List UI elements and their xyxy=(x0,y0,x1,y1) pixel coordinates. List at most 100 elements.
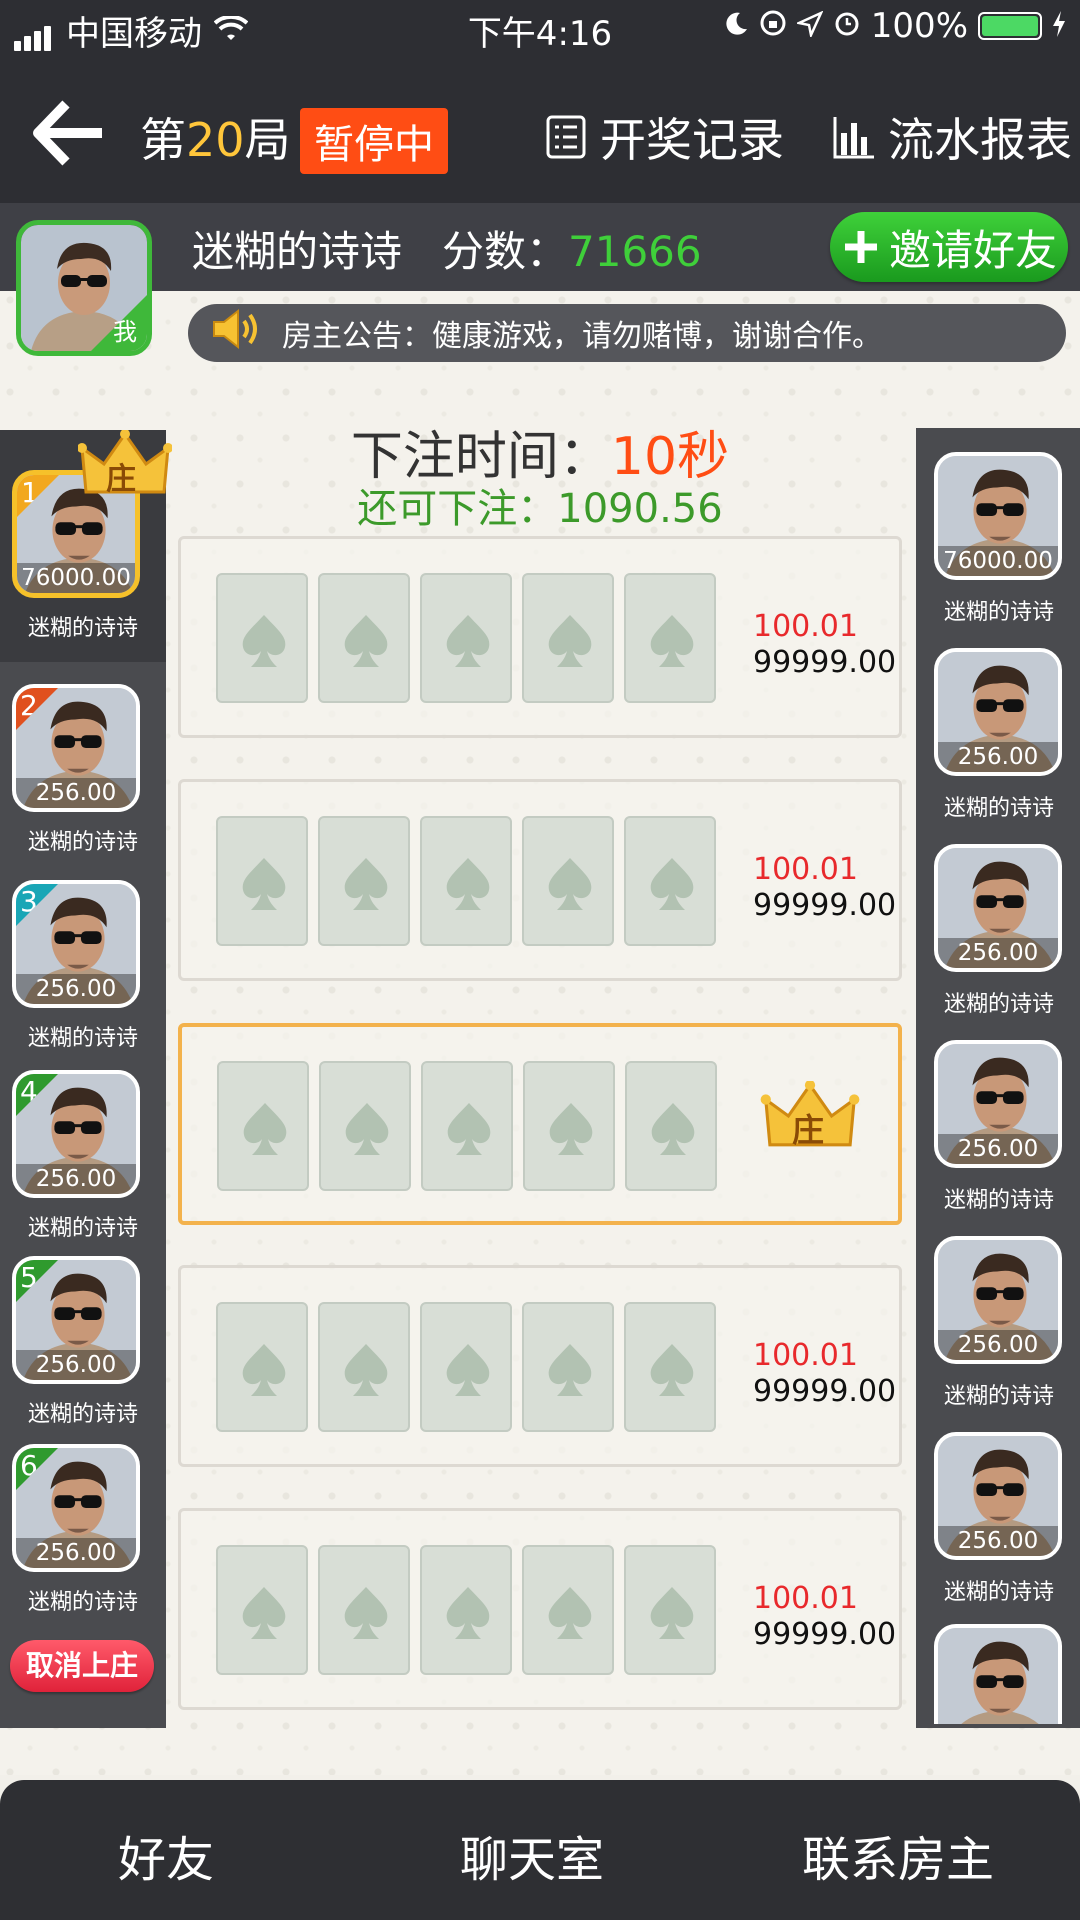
bet-row[interactable]: 100.01 99999.00 xyxy=(178,779,902,981)
odds-value: 100.01 xyxy=(753,1338,858,1373)
player-name: 迷糊的诗诗 xyxy=(943,1384,1054,1409)
invite-label: 邀请好友 xyxy=(888,225,1057,275)
player-score: 256.00 xyxy=(16,778,136,808)
my-avatar[interactable]: 我 xyxy=(16,220,152,356)
stake-value: 99999.00 xyxy=(753,1617,897,1652)
left-player-avatar[interactable]: 3 256.00 xyxy=(12,880,140,1008)
back-button[interactable] xyxy=(30,98,110,168)
face-down-card xyxy=(522,816,614,946)
right-player-avatar[interactable] xyxy=(934,1624,1062,1724)
face-down-card xyxy=(217,1061,309,1191)
speaker-icon xyxy=(210,307,264,359)
player-name: 迷糊的诗诗 xyxy=(27,616,138,641)
back-arrow-icon xyxy=(33,100,102,166)
rotation-lock-icon xyxy=(759,6,787,46)
spade-icon xyxy=(344,858,388,910)
bet-row[interactable]: 100.01 99999.00 xyxy=(178,1265,902,1467)
nav-contact-host[interactable]: 联系房主 xyxy=(802,1820,994,1890)
stake-value: 99999.00 xyxy=(753,1374,897,1409)
left-player-avatar[interactable]: 6 256.00 xyxy=(12,1444,140,1572)
odds-value: 100.01 xyxy=(753,609,858,644)
location-icon xyxy=(794,6,824,46)
draw-records-button[interactable]: 开奖记录 xyxy=(546,104,784,170)
score-value: 71666 xyxy=(568,227,702,276)
face-down-card xyxy=(216,816,308,946)
spade-icon xyxy=(548,1344,592,1396)
charging-icon xyxy=(1052,6,1066,46)
spade-icon xyxy=(344,615,388,667)
player-score: 256.00 xyxy=(16,1164,136,1194)
player-name: 迷糊的诗诗 xyxy=(943,600,1054,625)
cancel-banker-button[interactable]: 取消上庄 xyxy=(10,1640,154,1692)
crown-label: 庄 xyxy=(106,462,136,497)
face-down-card xyxy=(318,573,410,703)
round-number: 20 xyxy=(186,113,245,167)
stake-value: 99999.00 xyxy=(753,645,897,680)
right-player-avatar[interactable]: 256.00 xyxy=(934,1236,1062,1364)
left-player-avatar[interactable]: 4 256.00 xyxy=(12,1070,140,1198)
nav-chatroom[interactable]: 聊天室 xyxy=(460,1820,604,1890)
round-suffix: 局 xyxy=(244,113,291,167)
spade-icon xyxy=(446,1344,490,1396)
face-down-card xyxy=(420,816,512,946)
avatar-portrait xyxy=(938,1628,1058,1724)
flow-report-label: 流水报表 xyxy=(888,113,1072,167)
score-label: 分数： xyxy=(442,227,569,276)
face-down-card xyxy=(420,1545,512,1675)
banker-crown: 庄 xyxy=(758,1079,862,1157)
face-down-card xyxy=(216,573,308,703)
invite-friends-button[interactable]: 邀请好友 xyxy=(830,212,1068,282)
spade-icon xyxy=(242,615,286,667)
face-down-card xyxy=(318,1545,410,1675)
spade-icon xyxy=(242,858,286,910)
face-down-card xyxy=(625,1061,717,1191)
spade-icon xyxy=(242,1344,286,1396)
spade-icon xyxy=(650,858,694,910)
face-down-card xyxy=(522,1302,614,1432)
spade-icon xyxy=(650,1587,694,1639)
player-name: 迷糊的诗诗 xyxy=(27,1402,138,1427)
banker-crown: 庄 xyxy=(77,429,173,504)
player-score: 256.00 xyxy=(938,1330,1058,1360)
bet-row[interactable]: 100.01 99999.00 xyxy=(178,536,902,738)
player-score: 256.00 xyxy=(938,1134,1058,1164)
right-player-avatar[interactable]: 256.00 xyxy=(934,1432,1062,1560)
spade-icon xyxy=(446,1587,490,1639)
face-down-card xyxy=(624,1302,716,1432)
face-down-card xyxy=(216,1302,308,1432)
face-down-card xyxy=(318,816,410,946)
right-player-avatar[interactable]: 76000.00 xyxy=(934,452,1062,580)
odds-value: 100.01 xyxy=(753,852,858,887)
remaining-bet-label: 还可下注： xyxy=(357,486,558,532)
face-down-card xyxy=(522,573,614,703)
banker-bet-row[interactable]: 庄 xyxy=(178,1023,902,1225)
player-name: 迷糊的诗诗 xyxy=(943,1580,1054,1605)
spade-icon xyxy=(243,1103,287,1155)
odds-value: 100.01 xyxy=(753,1581,858,1616)
bet-row[interactable]: 100.01 99999.00 xyxy=(178,1508,902,1710)
face-down-card xyxy=(318,1302,410,1432)
bar-chart-icon xyxy=(833,117,874,159)
player-score: 256.00 xyxy=(938,1526,1058,1556)
nav-friends[interactable]: 好友 xyxy=(118,1820,214,1890)
face-down-card xyxy=(420,573,512,703)
face-down-card xyxy=(624,1545,716,1675)
alarm-icon xyxy=(833,6,861,46)
flow-report-button[interactable]: 流水报表 xyxy=(832,104,1072,170)
spade-icon xyxy=(651,1103,695,1155)
player-score: 256.00 xyxy=(938,938,1058,968)
draw-records-label: 开奖记录 xyxy=(600,113,784,167)
bottom-nav: 好友 聊天室 联系房主 xyxy=(0,1780,1080,1920)
face-down-card xyxy=(624,816,716,946)
announcement-text: 房主公告：健康游戏，请勿赌博，谢谢合作。 xyxy=(282,319,882,354)
right-player-avatar[interactable]: 256.00 xyxy=(934,1040,1062,1168)
right-player-avatar[interactable]: 256.00 xyxy=(934,844,1062,972)
left-player-avatar[interactable]: 5 256.00 xyxy=(12,1256,140,1384)
player-score: 256.00 xyxy=(16,1538,136,1568)
right-player-avatar[interactable]: 256.00 xyxy=(934,648,1062,776)
left-player-avatar[interactable]: 2 256.00 xyxy=(12,684,140,812)
battery-percent: 100% xyxy=(870,6,968,46)
spade-icon xyxy=(344,1344,388,1396)
username: 迷糊的诗诗 xyxy=(192,227,403,276)
face-down-card xyxy=(421,1061,513,1191)
